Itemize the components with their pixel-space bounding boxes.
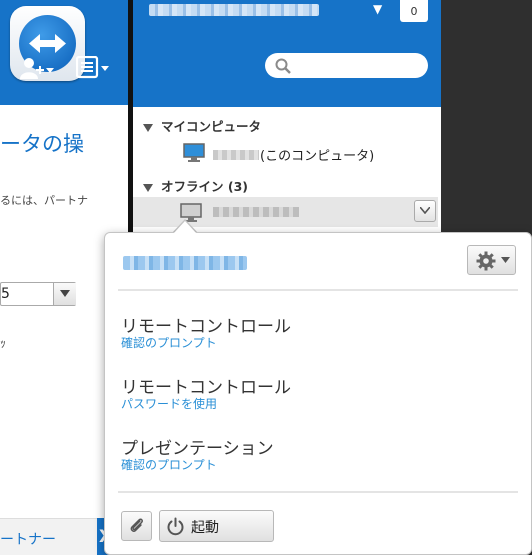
group-offline-label: オフライン (3) <box>161 179 248 194</box>
search-icon <box>275 58 291 74</box>
account-menu-caret-icon[interactable]: ▼ <box>373 2 382 16</box>
chevron-down-icon <box>501 257 510 263</box>
add-contact-icon[interactable] <box>20 57 54 85</box>
divider <box>118 289 518 291</box>
account-bar: ▼ 0 <box>133 0 441 25</box>
action-presentation-sub[interactable]: 確認のプロンプト <box>121 456 217 473</box>
notification-count: 0 <box>410 5 418 18</box>
expand-triangle-icon <box>143 183 153 192</box>
this-computer-label[interactable]: (このコンピュータ) <box>260 145 374 164</box>
remote-control-description: るには、パートナ <box>0 194 88 207</box>
expand-triangle-icon <box>143 123 153 132</box>
account-name-blurred[interactable] <box>149 4 319 16</box>
popup-computer-name-blurred <box>123 256 247 270</box>
action-remote-control-password-sub[interactable]: パスワードを使用 <box>121 395 217 412</box>
group-my-computers[interactable]: マイコンピュータ <box>143 116 261 135</box>
power-icon <box>167 517 184 536</box>
computer-name-blurred <box>213 207 299 217</box>
group-my-computers-label: マイコンピュータ <box>161 119 262 134</box>
attach-file-button[interactable] <box>121 511 152 541</box>
main-window-header <box>0 0 130 105</box>
chevron-down-icon <box>60 290 70 297</box>
group-offline[interactable]: オフライン (3) <box>143 176 248 195</box>
chevron-down-icon <box>420 207 430 214</box>
settings-menu-button[interactable] <box>467 245 516 275</box>
list-view-icon[interactable] <box>75 55 112 84</box>
start-button[interactable]: 起動 <box>159 510 274 542</box>
row-dropdown-button[interactable] <box>414 200 436 222</box>
action-remote-control-prompt-sub[interactable]: 確認のプロンプト <box>121 334 217 351</box>
monitor-icon <box>183 143 205 162</box>
tab-partner[interactable]: ートナー <box>0 529 56 549</box>
partner-id-dropdown-button[interactable] <box>53 283 76 305</box>
paperclip-icon <box>130 518 143 532</box>
remote-control-title: ータの操 <box>0 132 84 156</box>
partner-id-select-value: 5 <box>1 286 10 302</box>
popup-pointer-fill <box>173 221 197 234</box>
start-button-label: 起動 <box>191 520 219 536</box>
computer-details-popup: リモートコントロール 確認のプロンプト リモートコントロール パスワードを使用 … <box>104 232 532 555</box>
computer-name-blurred <box>213 150 259 160</box>
divider <box>118 491 518 493</box>
partner-id-select[interactable]: 5 <box>0 282 76 306</box>
left-option-mark: ｯ <box>0 336 7 350</box>
search-input[interactable] <box>265 53 428 78</box>
notification-badge[interactable]: 0 <box>400 0 428 22</box>
gear-icon <box>476 251 496 271</box>
